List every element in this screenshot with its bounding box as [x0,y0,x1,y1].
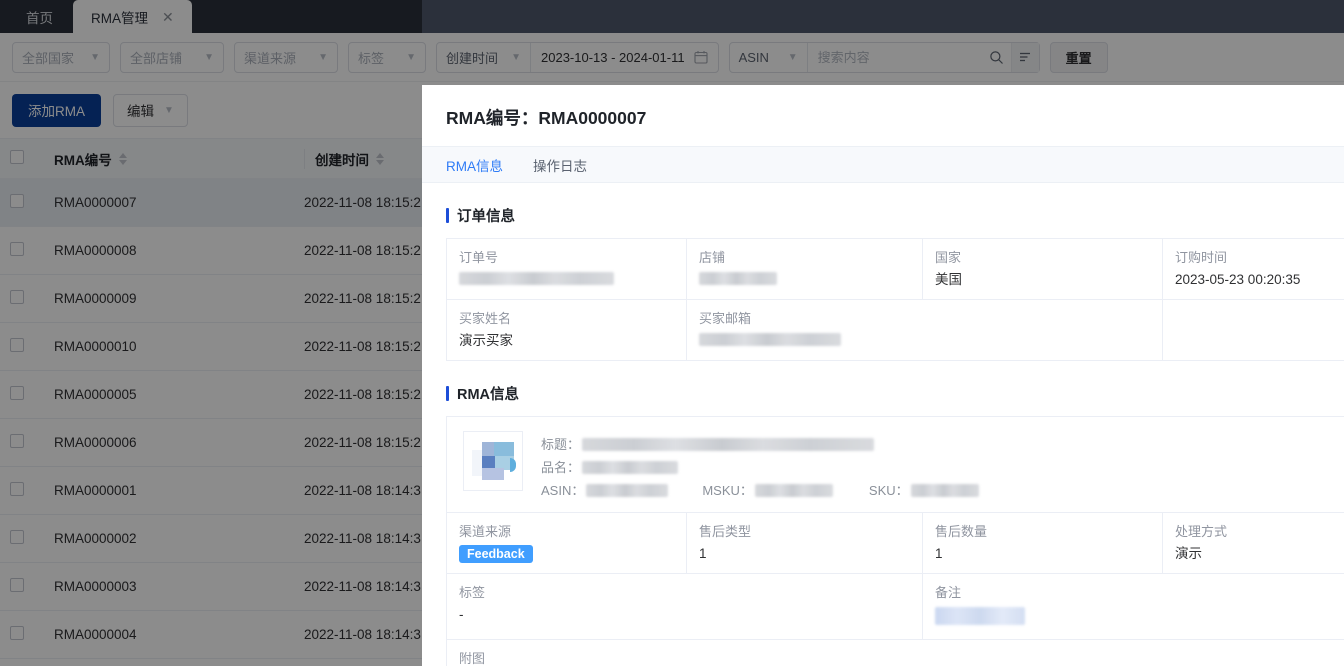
order-info-row-1: 订单号 店铺 国家 美国 订购时间 2023-05-23 00:20:35 [446,238,1344,300]
order-time-value: 2023-05-23 00:20:35 [1175,272,1301,287]
rma-detail-drawer: RMA编号：RMA0000007 RMA信息 操作日志 订单信息 订单号 店铺 … [422,85,1344,666]
tab-operation-log[interactable]: 操作日志 [533,155,587,175]
cell-aftersale-qty: 售后数量 1 [922,512,1163,574]
aftersale-qty-label: 售后数量 [935,524,988,539]
attachment-label: 附图 [459,651,486,666]
drawer-tab-bar: RMA信息 操作日志 [422,146,1344,183]
aftersale-qty-value: 1 [935,546,943,561]
buyer-name-value: 演示买家 [459,333,513,348]
asin-redacted-value [586,484,669,497]
order-section-title: 订单信息 [422,183,1344,238]
buyer-email-redacted-value [699,333,841,346]
modal-backdrop-top[interactable] [422,33,1344,85]
cell-store: 店铺 [686,238,923,300]
tag-value: - [459,607,464,622]
order-no-redacted-value [459,272,614,285]
tab-rma-info[interactable]: RMA信息 [446,155,503,175]
order-section-label: 订单信息 [457,209,515,225]
remark-redacted-value [935,607,1025,625]
app-root: 首页 RMA管理 ✕ 全部国家 ▼ 全部店铺 ▼ 渠道来源 ▼ 标签 ▼ 创建时… [0,0,1344,666]
drawer-title: RMA编号：RMA0000007 [446,108,647,128]
rma-info-row-2: 标签 - 备注 [446,573,1344,640]
cell-handle-method: 处理方式 演示 [1162,512,1344,574]
product-fields: 标题： 品名： ASIN： MSKU： SKU： [541,431,979,498]
cell-country: 国家 美国 [922,238,1163,300]
rma-info-row-1: 渠道来源 Feedback 售后类型 1 售后数量 1 处理方式 演示 [446,512,1344,574]
order-time-label: 订购时间 [1175,250,1228,265]
buyer-name-label: 买家姓名 [459,311,512,326]
rma-section-title: RMA信息 [422,361,1344,416]
cell-aftersale-type: 售后类型 1 [686,512,923,574]
channel-badge: Feedback [459,545,533,563]
handle-method-value: 演示 [1175,546,1202,561]
buyer-email-label: 买家邮箱 [699,311,752,326]
channel-label: 渠道来源 [459,524,512,539]
country-value: 美国 [935,272,962,287]
cell-channel: 渠道来源 Feedback [446,512,687,574]
rma-info-table: 渠道来源 Feedback 售后类型 1 售后数量 1 处理方式 演示 标签 -… [446,512,1344,666]
product-codes-row: ASIN： MSKU： SKU： [541,479,979,502]
section-accent-bar [446,208,449,223]
rma-section-label: RMA信息 [457,387,520,403]
msku-label: MSKU： [702,483,753,498]
order-info-table: 订单号 店铺 国家 美国 订购时间 2023-05-23 00:20:35 买家… [446,238,1344,361]
msku-redacted-value [754,484,833,497]
order-info-row-2: 买家姓名 演示买家 买家邮箱 [446,299,1344,361]
cell-buyer-email: 买家邮箱 [686,299,1163,361]
remark-label: 备注 [935,585,962,600]
aftersale-type-value: 1 [699,546,707,561]
product-title-row: 标题： [541,433,979,456]
cell-empty [1162,299,1344,361]
section-accent-bar [446,386,449,401]
tag-label: 标签 [459,585,486,600]
cell-order-no: 订单号 [446,238,687,300]
cell-tag: 标签 - [446,573,923,640]
cell-attachment: 附图 [446,639,1344,666]
cell-order-time: 订购时间 2023-05-23 00:20:35 [1162,238,1344,300]
product-name-redacted-value [582,461,679,474]
product-title-redacted-value [582,438,875,451]
aftersale-type-label: 售后类型 [699,524,752,539]
handle-method-label: 处理方式 [1175,524,1228,539]
product-name-row: 品名： [541,456,979,479]
store-redacted-value [699,272,777,285]
country-label: 国家 [935,250,962,265]
order-no-label: 订单号 [459,250,499,265]
sku-redacted-value [910,484,979,497]
rma-info-row-3: 附图 [446,639,1344,666]
asin-label: ASIN： [541,483,585,498]
product-summary: 标题： 品名： ASIN： MSKU： SKU： [446,416,1344,512]
product-title-label: 标题： [541,437,581,452]
product-thumbnail[interactable] [463,431,523,491]
cell-remark: 备注 [922,573,1344,640]
drawer-body: 订单信息 订单号 店铺 国家 美国 订购时间 2023-05-23 00:20:… [422,183,1344,666]
cell-buyer-name: 买家姓名 演示买家 [446,299,687,361]
sku-label: SKU： [868,483,909,498]
store-label: 店铺 [699,250,726,265]
product-name-label: 品名： [541,460,581,475]
modal-backdrop-left[interactable] [0,0,422,666]
